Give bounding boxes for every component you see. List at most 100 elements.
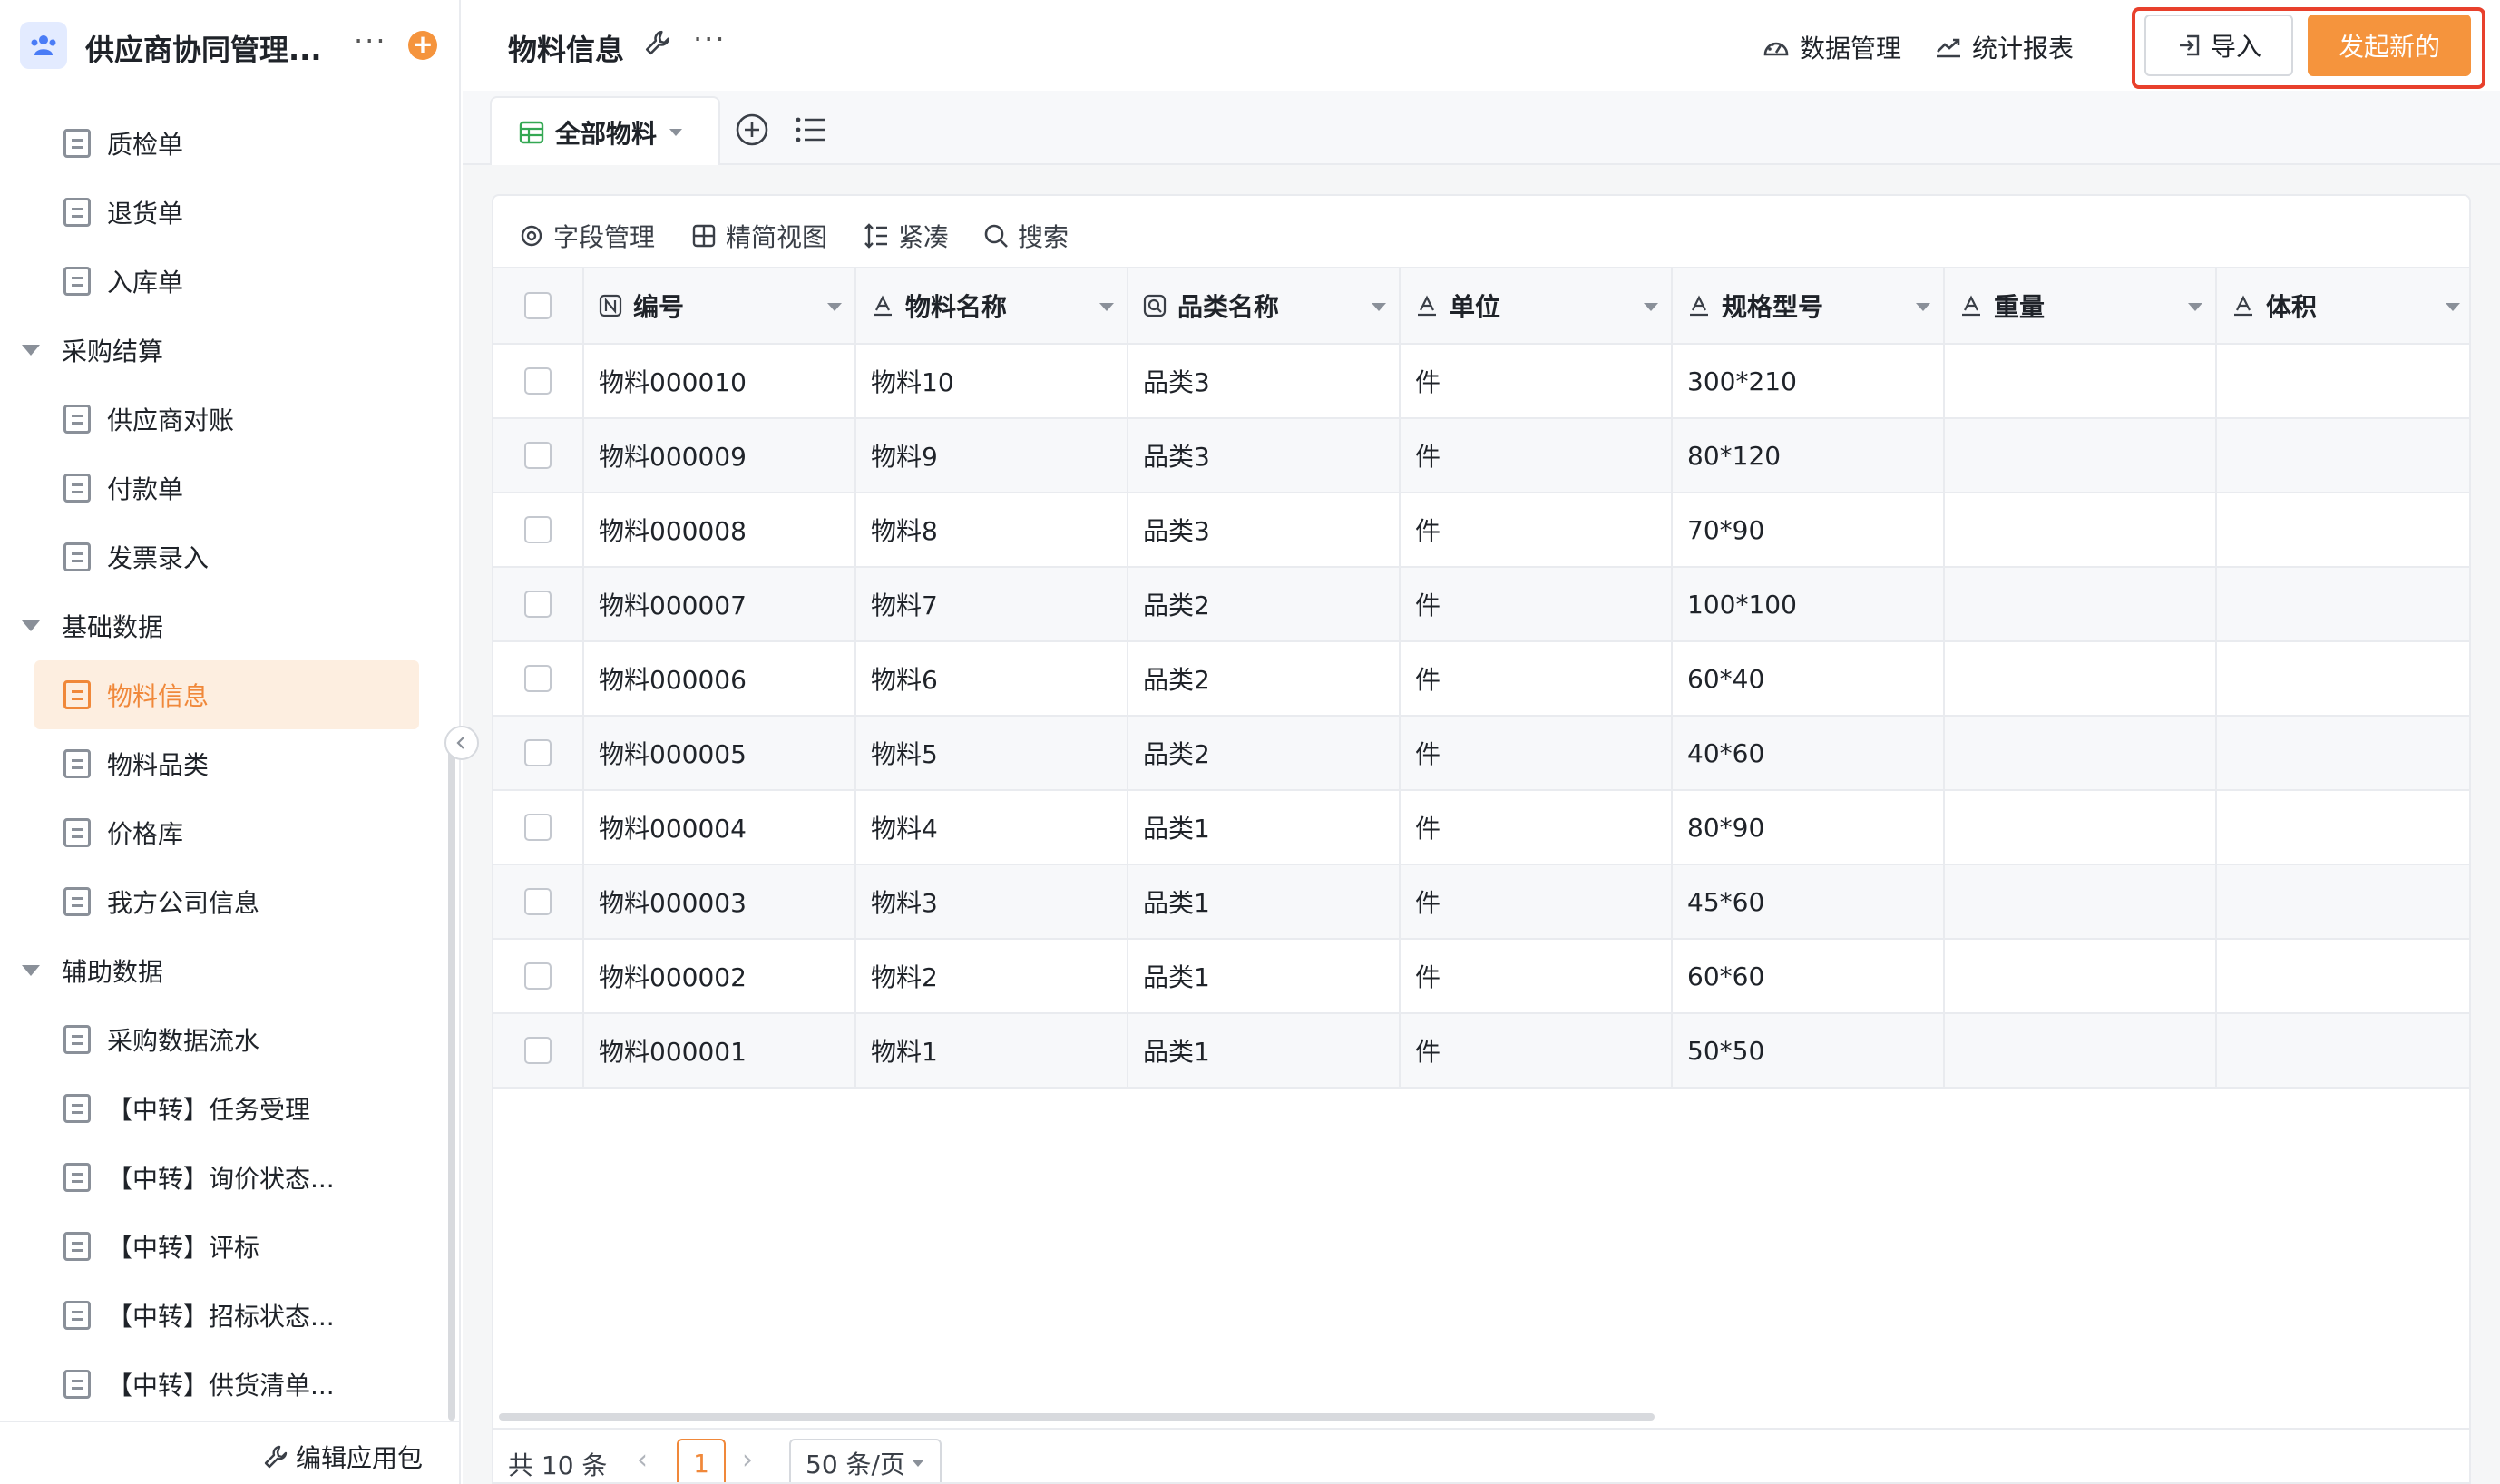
- sidebar-item-8[interactable]: 物料信息: [34, 660, 419, 729]
- sidebar-group-7[interactable]: 基础数据: [22, 591, 163, 660]
- table-cell[interactable]: [1945, 568, 2217, 640]
- select-all-checkbox[interactable]: [524, 292, 552, 319]
- table-cell[interactable]: [1945, 865, 2217, 938]
- sidebar-item-14[interactable]: 【中转】任务受理: [34, 1074, 419, 1143]
- simple-view-button[interactable]: 精简视图: [691, 218, 827, 254]
- sidebar-item-6[interactable]: 发票录入: [34, 522, 419, 591]
- row-checkbox[interactable]: [524, 591, 552, 618]
- table-cell[interactable]: 45*60: [1673, 865, 1945, 938]
- table-cell[interactable]: 物料5: [856, 717, 1128, 789]
- table-cell[interactable]: 80*120: [1673, 419, 1945, 492]
- table-cell[interactable]: 品类3: [1128, 493, 1401, 566]
- table-cell[interactable]: 物料10: [856, 345, 1128, 417]
- table-cell[interactable]: 物料000005: [584, 717, 856, 789]
- table-cell[interactable]: 物料3: [856, 865, 1128, 938]
- table-cell[interactable]: [2217, 642, 2469, 715]
- table-cell[interactable]: 40*60: [1673, 717, 1945, 789]
- row-checkbox[interactable]: [524, 962, 552, 990]
- table-cell[interactable]: [1945, 345, 2217, 417]
- sidebar-item-16[interactable]: 【中转】评标: [34, 1212, 419, 1281]
- column-header[interactable]: 单位: [1401, 268, 1673, 343]
- table-cell[interactable]: 件: [1401, 791, 1673, 864]
- sidebar-item-4[interactable]: 供应商对账: [34, 385, 419, 454]
- table-cell[interactable]: 品类1: [1128, 791, 1401, 864]
- table-cell[interactable]: 物料000008: [584, 493, 856, 566]
- row-checkbox[interactable]: [524, 665, 552, 692]
- import-button[interactable]: 导入: [2144, 15, 2293, 76]
- view-list-icon[interactable]: [795, 114, 827, 149]
- sidebar-item-2[interactable]: 入库单: [34, 247, 419, 316]
- row-checkbox[interactable]: [524, 516, 552, 543]
- table-cell[interactable]: 件: [1401, 419, 1673, 492]
- table-row[interactable]: 物料000008 物料8 品类3 件 70*90: [493, 493, 2469, 568]
- table-cell[interactable]: 物料6: [856, 642, 1128, 715]
- table-row[interactable]: 物料000006 物料6 品类2 件 60*40: [493, 642, 2469, 717]
- column-header[interactable]: 物料名称: [856, 268, 1128, 343]
- column-menu-chevron-icon[interactable]: [1916, 303, 1930, 311]
- search-button[interactable]: 搜索: [983, 218, 1069, 254]
- table-cell[interactable]: 物料000004: [584, 791, 856, 864]
- row-checkbox[interactable]: [524, 888, 552, 915]
- add-view-icon[interactable]: [735, 112, 769, 151]
- table-row[interactable]: 物料000010 物料10 品类3 件 300*210: [493, 345, 2469, 419]
- table-cell[interactable]: [2217, 717, 2469, 789]
- page-more-icon[interactable]: ···: [693, 22, 727, 56]
- table-cell[interactable]: [1945, 940, 2217, 1012]
- chevron-down-icon[interactable]: [669, 129, 683, 136]
- table-row[interactable]: 物料000003 物料3 品类1 件 45*60: [493, 865, 2469, 940]
- table-cell[interactable]: 物料9: [856, 419, 1128, 492]
- table-cell[interactable]: 件: [1401, 345, 1673, 417]
- table-cell[interactable]: [1945, 717, 2217, 789]
- table-cell[interactable]: [1945, 642, 2217, 715]
- stats-report-link[interactable]: 统计报表: [1934, 29, 2074, 65]
- table-cell[interactable]: 品类2: [1128, 717, 1401, 789]
- table-cell[interactable]: 品类1: [1128, 1014, 1401, 1087]
- column-header[interactable]: 品类名称: [1128, 268, 1401, 343]
- table-cell[interactable]: 件: [1401, 940, 1673, 1012]
- row-checkbox[interactable]: [524, 442, 552, 469]
- table-cell[interactable]: [1945, 791, 2217, 864]
- table-cell[interactable]: 物料1: [856, 1014, 1128, 1087]
- table-row[interactable]: 物料000002 物料2 品类1 件 60*60: [493, 940, 2469, 1014]
- new-record-button[interactable]: 发起新的: [2308, 15, 2471, 76]
- sidebar-scrollbar[interactable]: [448, 749, 455, 1421]
- table-cell[interactable]: 件: [1401, 493, 1673, 566]
- field-manage-button[interactable]: 字段管理: [519, 218, 655, 254]
- table-cell[interactable]: 件: [1401, 568, 1673, 640]
- app-title[interactable]: 供应商协同管理...: [85, 27, 321, 69]
- horizontal-scrollbar[interactable]: [499, 1413, 1655, 1421]
- row-checkbox[interactable]: [524, 739, 552, 766]
- table-cell[interactable]: [1945, 419, 2217, 492]
- sidebar-group-3[interactable]: 采购结算: [22, 316, 163, 385]
- row-checkbox[interactable]: [524, 367, 552, 395]
- table-cell[interactable]: 品类2: [1128, 642, 1401, 715]
- table-cell[interactable]: 60*40: [1673, 642, 1945, 715]
- table-row[interactable]: 物料000007 物料7 品类2 件 100*100: [493, 568, 2469, 642]
- table-cell[interactable]: [1945, 1014, 2217, 1087]
- table-cell[interactable]: 件: [1401, 642, 1673, 715]
- compact-button[interactable]: 紧凑: [864, 218, 949, 254]
- column-menu-chevron-icon[interactable]: [1644, 303, 1658, 311]
- caret-down-icon[interactable]: [22, 965, 40, 976]
- table-cell[interactable]: 物料000009: [584, 419, 856, 492]
- table-cell[interactable]: 物料000006: [584, 642, 856, 715]
- column-header[interactable]: 规格型号: [1673, 268, 1945, 343]
- table-cell[interactable]: 物料000001: [584, 1014, 856, 1087]
- sidebar-item-5[interactable]: 付款单: [34, 454, 419, 522]
- caret-down-icon[interactable]: [22, 620, 40, 631]
- sidebar-item-13[interactable]: 采购数据流水: [34, 1005, 419, 1074]
- sidebar-item-11[interactable]: 我方公司信息: [34, 867, 419, 936]
- caret-down-icon[interactable]: [22, 345, 40, 356]
- table-cell[interactable]: 物料8: [856, 493, 1128, 566]
- table-cell[interactable]: 物料000007: [584, 568, 856, 640]
- table-row[interactable]: 物料000004 物料4 品类1 件 80*90: [493, 791, 2469, 865]
- prev-page-icon[interactable]: ‹: [637, 1444, 648, 1476]
- table-cell[interactable]: [2217, 345, 2469, 417]
- row-checkbox[interactable]: [524, 1037, 552, 1064]
- column-menu-chevron-icon[interactable]: [1099, 303, 1114, 311]
- table-cell[interactable]: 物料000010: [584, 345, 856, 417]
- table-cell[interactable]: [2217, 1014, 2469, 1087]
- column-header[interactable]: 编号: [584, 268, 856, 343]
- sidebar-item-17[interactable]: 【中转】招标状态...: [34, 1281, 419, 1350]
- page-number-current[interactable]: 1: [677, 1439, 726, 1482]
